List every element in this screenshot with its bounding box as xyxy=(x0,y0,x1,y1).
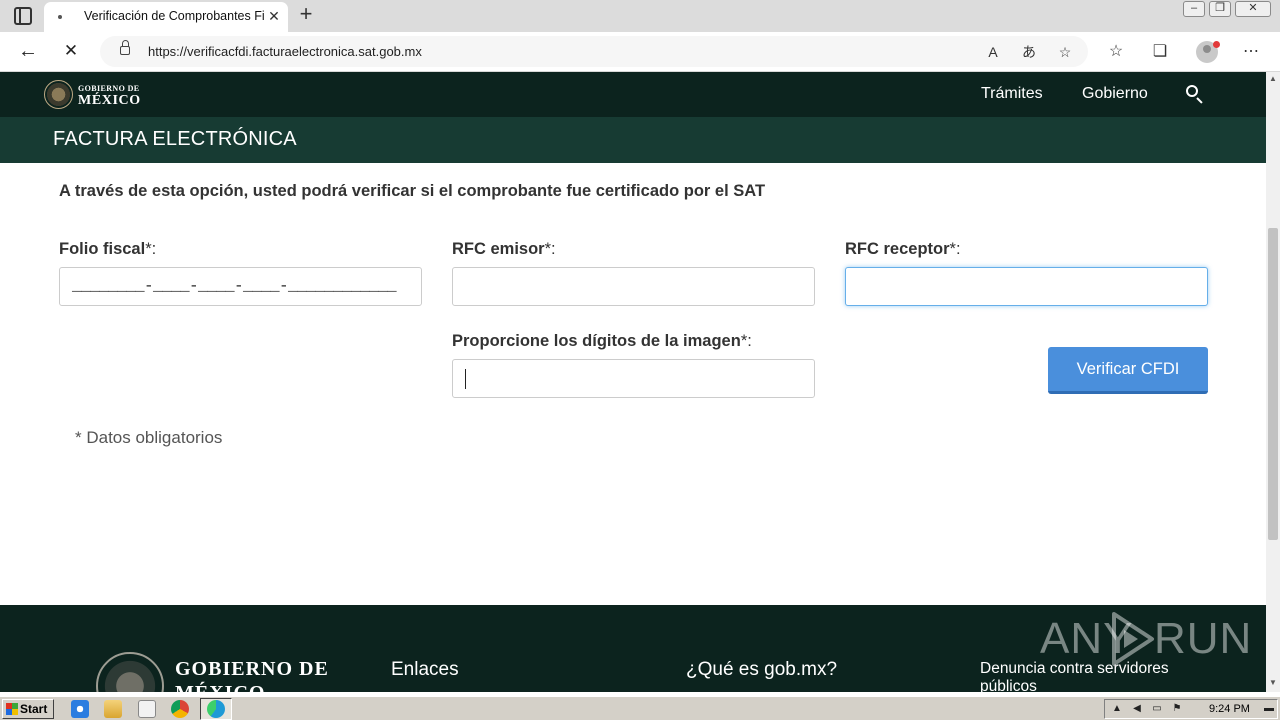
new-tab-button[interactable]: + xyxy=(295,3,317,26)
national-seal-icon xyxy=(96,652,164,692)
nav-item-tramites[interactable]: Trámites xyxy=(981,85,1043,103)
address-bar[interactable]: https://verificacfdi.facturaelectronica.… xyxy=(100,36,1088,67)
rfc-emisor-label: RFC emisor*: xyxy=(452,240,556,258)
add-favorite-icon[interactable]: ☆ xyxy=(1055,42,1075,62)
folio-mask: ________-____-____-____-____________ xyxy=(72,277,397,295)
intro-text: A través de esta opción, usted podrá ver… xyxy=(59,182,766,200)
read-aloud-icon[interactable]: A xyxy=(983,42,1003,62)
windows-taskbar: Start ▲ ◀ ▭ ⚑ 9:24 PM ▬ xyxy=(0,696,1280,720)
favorites-icon[interactable]: ☆ xyxy=(1105,41,1127,63)
browser-tab-strip: Verificación de Comprobantes Fiscales Di… xyxy=(0,0,1280,32)
browser-toolbar: ← ✕ https://verificacfdi.facturaelectron… xyxy=(0,32,1280,72)
ie-icon[interactable] xyxy=(71,700,89,718)
clock: 9:24 PM xyxy=(1209,703,1250,715)
scroll-up-icon[interactable]: ▲ xyxy=(1266,72,1280,86)
system-tray: ▲ ◀ ▭ ⚑ 9:24 PM ▬ xyxy=(1104,699,1278,719)
browser-tab-active[interactable]: Verificación de Comprobantes Fiscales Di… xyxy=(44,2,288,32)
rfc-receptor-label: RFC receptor*: xyxy=(845,240,961,258)
section-header: FACTURA ELECTRÓNICA xyxy=(0,117,1266,163)
gob-logo[interactable]: GOBIERNO DE MÉXICO xyxy=(44,80,154,110)
network-icon[interactable]: ▭ xyxy=(1151,703,1163,715)
rfc-emisor-input[interactable] xyxy=(452,267,815,306)
volume-icon[interactable]: ◀ xyxy=(1131,703,1143,715)
logo-top-text: GOBIERNO DE xyxy=(78,84,140,93)
more-options-icon[interactable]: ⋯ xyxy=(1240,41,1262,63)
tab-loading-icon xyxy=(58,15,62,19)
restore-button[interactable]: ❐ xyxy=(1209,1,1231,17)
footer-links-heading: Enlaces xyxy=(391,659,459,680)
lock-icon[interactable] xyxy=(120,40,130,55)
minimize-button[interactable]: – xyxy=(1183,1,1205,17)
nav-item-gobierno[interactable]: Gobierno xyxy=(1082,85,1148,103)
windows-logo-icon xyxy=(6,703,18,715)
watermark-right-text: RUN xyxy=(1154,614,1253,663)
collections-icon[interactable]: ❏ xyxy=(1149,41,1171,63)
close-window-button[interactable]: ✕ xyxy=(1235,1,1271,17)
show-desktop-icon[interactable]: ▬ xyxy=(1263,703,1275,715)
tab-actions-icon[interactable] xyxy=(14,7,32,25)
rfc-receptor-input[interactable] xyxy=(845,267,1208,306)
page-scrollbar[interactable]: ▲ ▼ xyxy=(1266,72,1280,692)
footer-about-heading: ¿Qué es gob.mx? xyxy=(686,659,838,680)
scroll-thumb[interactable] xyxy=(1268,228,1278,540)
folio-label: Folio fiscal*: xyxy=(59,240,157,258)
stop-loading-icon[interactable]: ✕ xyxy=(59,40,83,64)
media-player-icon[interactable] xyxy=(138,700,156,718)
eagle-emblem-icon xyxy=(44,80,73,109)
start-label: Start xyxy=(20,702,48,716)
screen: Verificación de Comprobantes Fiscales Di… xyxy=(0,0,1280,720)
captcha-input[interactable] xyxy=(452,359,815,398)
play-logo-icon xyxy=(1112,612,1154,666)
url-text[interactable]: https://verificacfdi.facturaelectronica.… xyxy=(148,44,422,59)
taskbar-edge-button[interactable] xyxy=(200,698,232,720)
edge-icon xyxy=(207,700,225,718)
tray-expand-icon[interactable]: ▲ xyxy=(1111,703,1123,715)
flag-icon[interactable]: ⚑ xyxy=(1171,703,1183,715)
verify-cfdi-button[interactable]: Verificar CFDI xyxy=(1048,347,1208,394)
search-icon[interactable] xyxy=(1186,85,1198,97)
footer-complaint-heading[interactable]: Denuncia contra servidores públicos xyxy=(980,660,1200,692)
back-arrow-icon[interactable]: ← xyxy=(16,40,40,64)
tab-close-icon[interactable]: ✕ xyxy=(265,7,283,25)
text-caret xyxy=(465,369,466,389)
required-fields-note: * Datos obligatorios xyxy=(75,428,223,447)
page-viewport: GOBIERNO DE MÉXICO Trámites Gobierno FAC… xyxy=(0,72,1266,692)
footer-logo[interactable]: GOBIERNO DEMÉXICO xyxy=(175,657,329,692)
profile-status-icon xyxy=(1213,41,1220,48)
start-button[interactable]: Start xyxy=(2,699,54,719)
scroll-down-icon[interactable]: ▼ xyxy=(1266,676,1280,690)
folio-fiscal-input[interactable]: ________-____-____-____-____________ xyxy=(59,267,422,306)
captcha-label: Proporcione los dígitos de la imagen*: xyxy=(452,332,752,350)
logo-main-text: MÉXICO xyxy=(78,93,141,108)
chrome-icon[interactable] xyxy=(171,700,189,718)
gob-navbar: GOBIERNO DE MÉXICO Trámites Gobierno xyxy=(0,72,1266,117)
translate-icon[interactable]: あ xyxy=(1019,42,1039,62)
tab-title: Verificación de Comprobantes Fiscales Di… xyxy=(84,9,264,23)
section-title: FACTURA ELECTRÓNICA xyxy=(53,128,297,150)
folder-icon[interactable] xyxy=(104,700,122,718)
